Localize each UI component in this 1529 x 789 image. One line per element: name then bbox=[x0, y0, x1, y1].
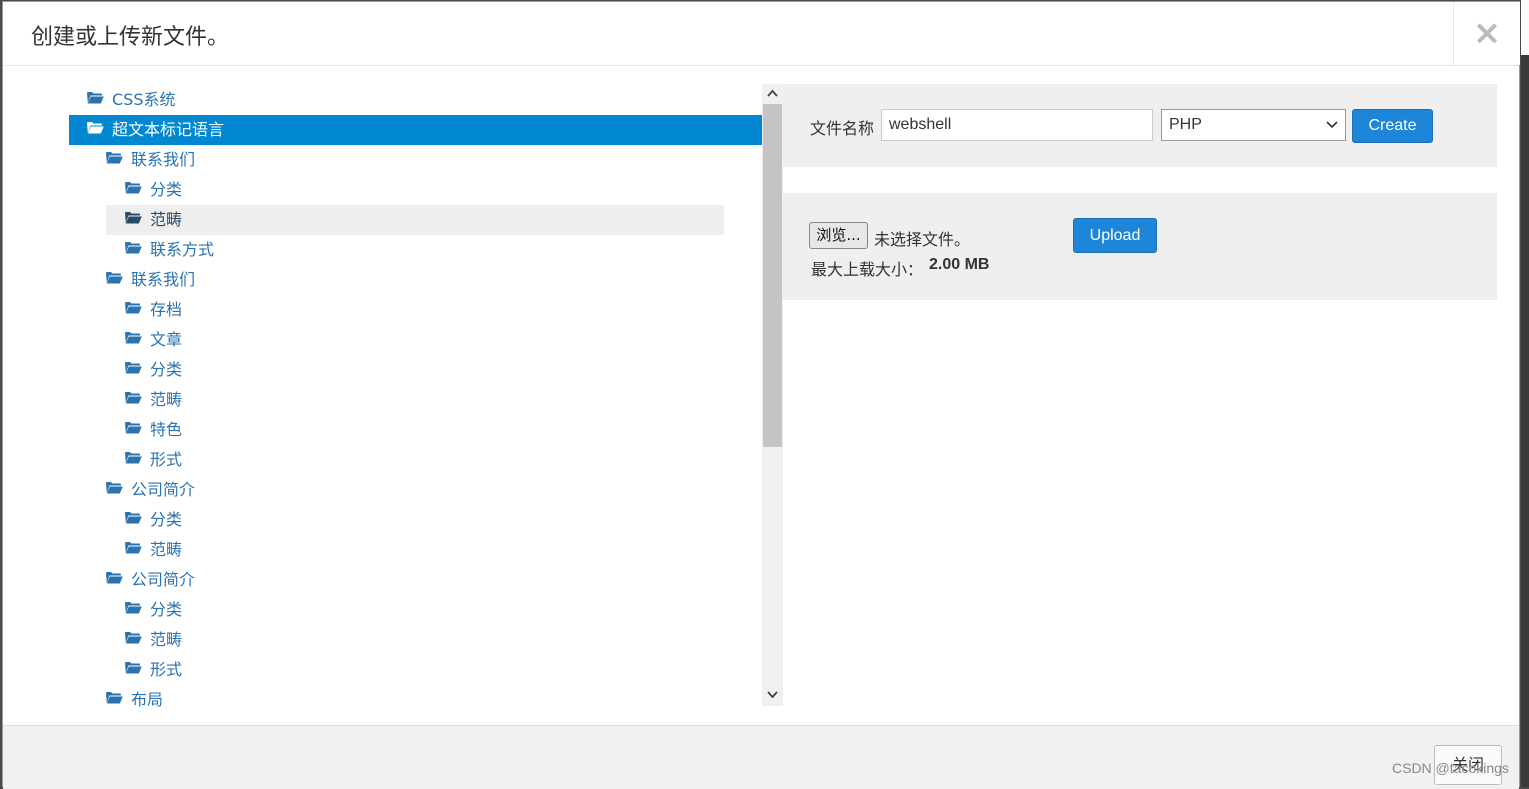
folder-open-icon bbox=[125, 534, 142, 564]
folder-open-icon bbox=[106, 264, 123, 294]
tree-item-label: 联系我们 bbox=[131, 150, 196, 169]
max-size-value: 2.00 MB bbox=[929, 256, 990, 273]
tree-item-label: 公司简介 bbox=[131, 570, 196, 589]
tree-item[interactable]: 布局 bbox=[106, 685, 163, 715]
tree-item[interactable]: 特色 bbox=[125, 415, 182, 445]
upload-button[interactable]: Upload bbox=[1073, 218, 1157, 253]
tree-item-label: 范畴 bbox=[150, 540, 183, 559]
folder-open-icon bbox=[87, 114, 104, 144]
tree-item[interactable]: 联系我们 bbox=[106, 145, 195, 175]
tree-item-label: 超文本标记语言 bbox=[112, 120, 225, 139]
folder-tree: CSS系统 超文本标记语言 联系我们 分类 范畴 联系方式 联系我们 存档 文章 分类 范畴 特色 形式… bbox=[3, 65, 763, 727]
tree-item-label: 存档 bbox=[150, 300, 183, 319]
tree-item-label: 范畴 bbox=[150, 210, 183, 229]
folder-open-icon bbox=[87, 84, 104, 114]
tree-item-label: 分类 bbox=[150, 180, 183, 199]
folder-open-icon bbox=[125, 594, 142, 624]
folder-open-icon bbox=[125, 354, 142, 384]
folder-open-icon bbox=[125, 234, 142, 264]
tree-item-label: 分类 bbox=[150, 360, 183, 379]
tree-item-label: 分类 bbox=[150, 600, 183, 619]
chevron-down-icon bbox=[1326, 110, 1338, 150]
folder-open-icon bbox=[125, 384, 142, 414]
tree-item[interactable]: 公司简介 bbox=[106, 565, 195, 595]
tree-item[interactable]: 超文本标记语言 bbox=[69, 115, 763, 145]
tree-item[interactable]: 文章 bbox=[125, 325, 182, 355]
file-dialog: 创建或上传新文件。 × CSS系统 超文本标记语言 联系我们 分类 范畴 联系方式 联系我们… bbox=[2, 1, 1520, 789]
file-type-select[interactable]: PHP bbox=[1161, 109, 1346, 141]
folder-open-icon bbox=[106, 564, 123, 594]
tree-item[interactable]: 分类 bbox=[125, 595, 182, 625]
tree-item-label: 范畴 bbox=[150, 390, 183, 409]
folder-open-icon bbox=[125, 444, 142, 474]
folder-open-icon bbox=[125, 414, 142, 444]
tree-item[interactable]: 联系方式 bbox=[125, 235, 214, 265]
folder-open-icon bbox=[106, 684, 123, 714]
tree-item-label: 形式 bbox=[150, 660, 183, 679]
tree-item-label: 联系我们 bbox=[131, 270, 196, 289]
tree-item[interactable]: 联系我们 bbox=[106, 265, 195, 295]
tree-item[interactable]: 存档 bbox=[125, 295, 182, 325]
tree-item-label: 形式 bbox=[150, 450, 183, 469]
tree-item[interactable]: 范畴 bbox=[106, 205, 724, 235]
folder-open-icon bbox=[125, 294, 142, 324]
filename-label: 文件名称 bbox=[810, 119, 875, 138]
folder-open-icon bbox=[125, 324, 142, 354]
tree-item-label: 分类 bbox=[150, 510, 183, 529]
scroll-thumb[interactable] bbox=[763, 104, 782, 447]
tree-item[interactable]: 分类 bbox=[125, 175, 182, 205]
watermark: CSDN @tacokings bbox=[1392, 760, 1509, 776]
filename-input[interactable]: webshell bbox=[881, 109, 1153, 141]
folder-open-icon bbox=[106, 474, 123, 504]
no-file-text: 未选择文件。 bbox=[874, 230, 971, 249]
create-file-panel: 文件名称 webshell PHP Create bbox=[783, 84, 1497, 167]
dialog-footer: 关闭 bbox=[3, 725, 1519, 789]
folder-open-icon bbox=[125, 654, 142, 684]
tree-item-label: 特色 bbox=[150, 420, 183, 439]
close-icon[interactable]: × bbox=[1453, 2, 1520, 65]
tree-item[interactable]: 形式 bbox=[125, 655, 182, 685]
file-type-selected: PHP bbox=[1169, 116, 1202, 133]
tree-item[interactable]: 范畴 bbox=[125, 535, 182, 565]
folder-open-icon bbox=[106, 144, 123, 174]
tree-item[interactable]: 分类 bbox=[125, 355, 182, 385]
tree-item-label: 联系方式 bbox=[150, 240, 215, 259]
tree-item-label: 文章 bbox=[150, 330, 183, 349]
max-size-label: 最大上载大小： bbox=[811, 260, 924, 279]
folder-open-icon bbox=[125, 504, 142, 534]
tree-item-label: 公司简介 bbox=[131, 480, 196, 499]
dialog-title: 创建或上传新文件。 bbox=[31, 25, 230, 50]
tree-item-label: 布局 bbox=[131, 690, 164, 709]
tree-item-label: CSS系统 bbox=[112, 90, 176, 109]
upload-file-panel: 浏览... 未选择文件。 Upload 最大上载大小： 2.00 MB bbox=[783, 193, 1497, 300]
tree-item[interactable]: 范畴 bbox=[125, 625, 182, 655]
folder-open-icon bbox=[125, 204, 142, 234]
tree-item-label: 范畴 bbox=[150, 630, 183, 649]
tree-item[interactable]: 形式 bbox=[125, 445, 182, 475]
scroll-down-icon[interactable] bbox=[762, 686, 783, 704]
tree-item[interactable]: 分类 bbox=[125, 505, 182, 535]
page-background-edge bbox=[1521, 0, 1529, 787]
create-button[interactable]: Create bbox=[1352, 109, 1433, 143]
dialog-header: 创建或上传新文件。 × bbox=[3, 2, 1520, 66]
folder-open-icon bbox=[125, 174, 142, 204]
tree-item[interactable]: 范畴 bbox=[125, 385, 182, 415]
tree-item[interactable]: 公司简介 bbox=[106, 475, 195, 505]
scroll-up-icon[interactable] bbox=[762, 84, 783, 102]
browse-button[interactable]: 浏览... bbox=[809, 222, 868, 249]
folder-open-icon bbox=[125, 624, 142, 654]
tree-scrollbar[interactable] bbox=[762, 84, 783, 706]
tree-item[interactable]: CSS系统 bbox=[87, 85, 176, 115]
